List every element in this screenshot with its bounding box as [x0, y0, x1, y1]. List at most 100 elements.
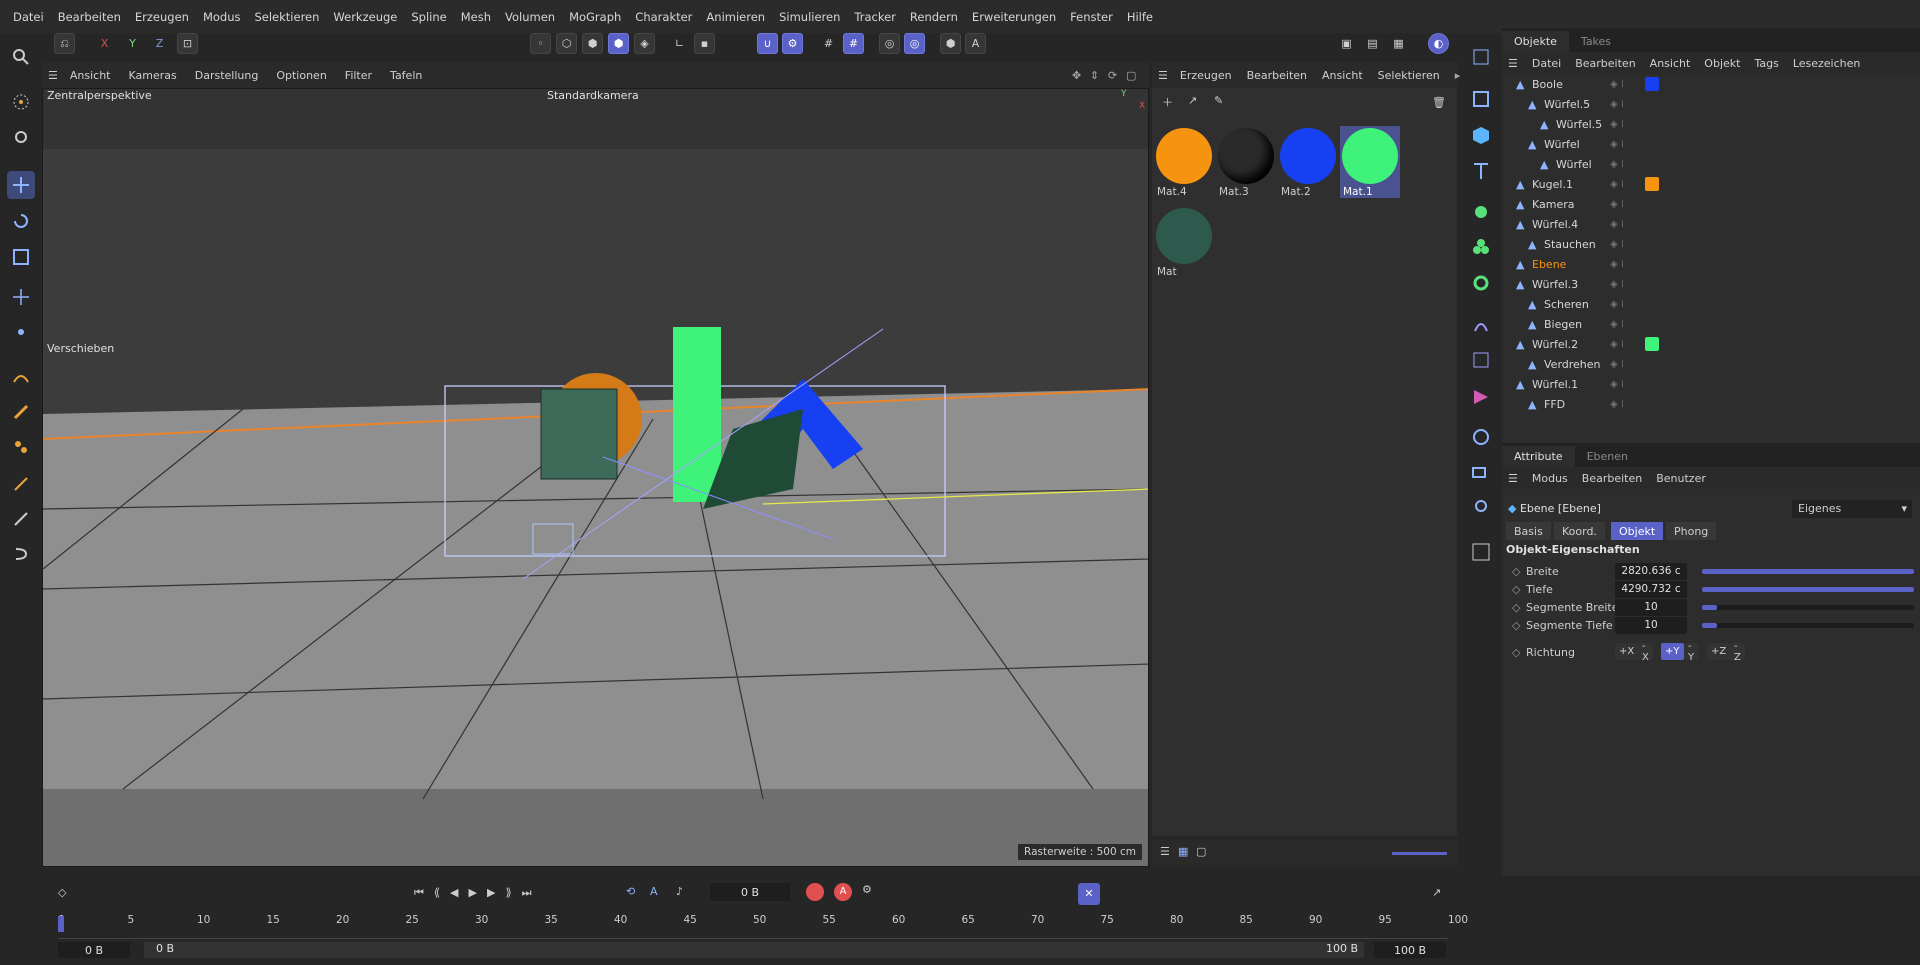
viewport-menu-filter[interactable]: Filter — [345, 69, 372, 82]
tab-ebenen[interactable]: Ebenen — [1575, 446, 1640, 467]
property-slider[interactable] — [1702, 604, 1914, 610]
playhead[interactable] — [58, 916, 64, 932]
property-value-field[interactable]: 4290.732 c — [1615, 580, 1687, 598]
menu-item[interactable]: MoGraph — [569, 10, 621, 24]
solo-icon[interactable]: ◎ — [879, 33, 900, 54]
list-view-icon[interactable]: ☰ — [1160, 845, 1170, 858]
object-row[interactable]: ▲ Würfel ◈ ⁞ — [1502, 154, 1920, 174]
tab-phong[interactable]: Phong — [1666, 522, 1717, 540]
object-row[interactable]: ▲ Kugel.1 ◈ ⁞ — [1502, 174, 1920, 194]
light-icon[interactable] — [1467, 493, 1495, 521]
sketch-icon[interactable] — [7, 398, 35, 426]
knife-icon[interactable] — [7, 505, 35, 533]
current-frame-field[interactable]: 0 B — [710, 883, 790, 901]
camera-icon[interactable] — [1467, 458, 1495, 486]
viewport-menu-darstellung[interactable]: Darstellung — [195, 69, 259, 82]
visibility-icon[interactable]: ◈ ⁞ — [1610, 179, 1624, 190]
viewport-solo-icon[interactable]: ◎ — [904, 33, 925, 54]
material-tag[interactable] — [1645, 337, 1659, 351]
render-settings-icon[interactable]: ▦ — [1388, 33, 1409, 54]
workplane-grid-icon[interactable]: # — [843, 33, 864, 54]
auto-key-icon[interactable]: A — [650, 885, 658, 898]
material-tag[interactable] — [1645, 177, 1659, 191]
tweak-icon[interactable]: ✕ — [1078, 883, 1100, 905]
magnet-icon[interactable] — [7, 540, 35, 568]
autokey-record-icon[interactable]: A — [834, 883, 852, 901]
live-selection-icon[interactable] — [7, 88, 35, 116]
richtung-option[interactable]: -X — [1638, 641, 1653, 663]
effector-icon[interactable] — [1467, 269, 1495, 297]
viewport-menu-optionen[interactable]: Optionen — [276, 69, 326, 82]
tab-basis[interactable]: Basis — [1506, 522, 1551, 540]
object-row[interactable]: ▲ FFD ◈ ⁞ — [1502, 394, 1920, 414]
material-menu-erzeugen[interactable]: Erzeugen — [1180, 69, 1232, 82]
property-slider[interactable] — [1702, 622, 1914, 628]
menu-item[interactable]: Werkzeuge — [333, 10, 397, 24]
visibility-icon[interactable]: ◈ ⁞ — [1610, 359, 1624, 370]
gear-icon[interactable] — [7, 123, 35, 151]
viewport-menu-ansicht[interactable]: Ansicht — [70, 69, 111, 82]
viewport-menu-tafeln[interactable]: Tafeln — [390, 69, 422, 82]
end-frame-field[interactable]: 100 B — [1374, 942, 1446, 958]
object-menu-ansicht[interactable]: Ansicht — [1650, 57, 1691, 70]
diamond-icon[interactable]: ◇ — [1512, 583, 1520, 596]
null-icon[interactable] — [1467, 43, 1495, 71]
attr-menu-benutzer[interactable]: Benutzer — [1656, 472, 1706, 485]
viewport-menu-kameras[interactable]: Kameras — [129, 69, 177, 82]
cube-icon[interactable] — [1467, 121, 1495, 149]
object-row[interactable]: ▲ Kamera ◈ ⁞ — [1502, 194, 1920, 214]
view-layout-icon[interactable]: ◐ — [1428, 33, 1449, 54]
first-frame-icon[interactable]: ⏮ — [414, 886, 424, 900]
richtung-option[interactable]: +X — [1615, 643, 1639, 660]
material-mat3[interactable]: Mat.3 — [1216, 126, 1276, 198]
object-row[interactable]: ▲ Würfel.3 ◈ ⁞ — [1502, 274, 1920, 294]
tab-objekt[interactable]: Objekt — [1611, 522, 1664, 540]
ffd-icon[interactable] — [1467, 346, 1495, 374]
menu-item[interactable]: Fenster — [1070, 10, 1113, 24]
transform-icon[interactable] — [7, 283, 35, 311]
visibility-icon[interactable]: ◈ ⁞ — [1610, 379, 1624, 390]
text-icon[interactable] — [1467, 157, 1495, 185]
menu-item[interactable]: Selektieren — [254, 10, 319, 24]
menu-item[interactable]: Animieren — [706, 10, 765, 24]
menu-item[interactable]: Rendern — [910, 10, 958, 24]
diamond-icon[interactable]: ◇ — [1512, 619, 1520, 632]
object-menu-lesezeichen[interactable]: Lesezeichen — [1793, 57, 1861, 70]
axis-mode-icon[interactable]: ∟ — [669, 33, 690, 54]
undo-icon[interactable]: ⎌ — [54, 33, 75, 54]
visibility-icon[interactable]: ◈ ⁞ — [1610, 199, 1624, 210]
diamond-icon[interactable]: ◇ — [1512, 565, 1520, 578]
placement-icon[interactable] — [7, 318, 35, 346]
richtung-option[interactable]: +Y — [1661, 643, 1684, 660]
sound-icon[interactable]: ♪ — [676, 885, 683, 898]
object-menu-objekt[interactable]: Objekt — [1704, 57, 1740, 70]
object-menu-bearbeiten[interactable]: Bearbeiten — [1575, 57, 1635, 70]
material-menu-ansicht[interactable]: Ansicht — [1322, 69, 1363, 82]
tab-objekte[interactable]: Objekte — [1502, 31, 1569, 52]
coord-system-icon[interactable]: ⊡ — [177, 33, 198, 54]
tab-takes[interactable]: Takes — [1569, 31, 1623, 52]
maximize-icon[interactable]: ▢ — [1126, 69, 1136, 82]
hamburger-icon[interactable]: ☰ — [48, 69, 58, 82]
object-row[interactable]: ▲ Würfel ◈ ⁞ — [1502, 134, 1920, 154]
chevron-right-icon[interactable]: ▸ — [1455, 69, 1461, 82]
richtung-option[interactable]: -Y — [1684, 641, 1699, 663]
visibility-icon[interactable]: ◈ ⁞ — [1610, 299, 1624, 310]
attr-menu-bearbeiten[interactable]: Bearbeiten — [1582, 472, 1642, 485]
menu-item[interactable]: Datei — [13, 10, 44, 24]
menu-item[interactable]: Volumen — [505, 10, 555, 24]
keyframe-icon[interactable]: ◇ — [58, 886, 66, 899]
material-mat1[interactable]: Mat.1 — [1340, 126, 1400, 198]
range-bar[interactable]: 0 B 100 B — [144, 942, 1364, 958]
grid-view-icon[interactable]: ▦ — [1178, 845, 1188, 858]
brush-icon[interactable] — [7, 433, 35, 461]
visibility-icon[interactable]: ◈ ⁞ — [1610, 339, 1624, 350]
mode-select[interactable]: Eigenes ▾ — [1792, 500, 1912, 518]
loop-icon[interactable]: ⟲ — [626, 885, 635, 898]
property-slider[interactable] — [1702, 568, 1914, 574]
edges-mode-icon[interactable]: ⬡ — [556, 33, 577, 54]
menu-item[interactable]: Simulieren — [779, 10, 840, 24]
richtung-option[interactable]: +Z — [1707, 643, 1731, 660]
visibility-icon[interactable]: ◈ ⁞ — [1610, 319, 1624, 330]
object-row[interactable]: ▲ Würfel.5 ◈ ⁞ — [1502, 114, 1920, 134]
